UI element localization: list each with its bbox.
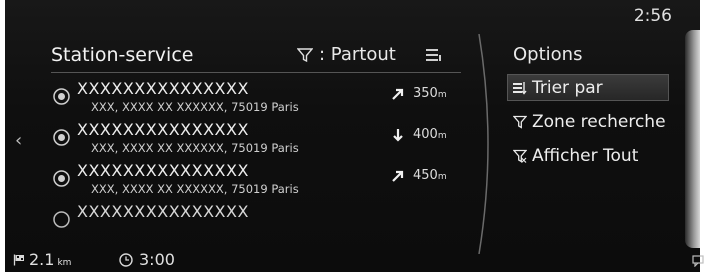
list-item[interactable]: XXXXXXXXXXXXXXX XXX, XXXX XX XXXXXX, 750…	[51, 160, 463, 201]
arrow-down-icon	[393, 129, 403, 142]
list-item[interactable]: XXXXXXXXXXXXXXX	[51, 201, 463, 242]
list-menu-icon[interactable]	[425, 47, 443, 63]
option-sort-by[interactable]: Trier par	[507, 74, 669, 101]
remaining-time: 3:00	[139, 250, 175, 269]
arrow-up-right-icon	[392, 88, 404, 100]
filter-clear-icon	[513, 149, 527, 163]
options-panel: Options Trier par Zone recherche Affiche…	[507, 44, 669, 166]
remaining-distance: 2.1 km	[29, 250, 71, 269]
result-name: XXXXXXXXXXXXXXX	[77, 79, 249, 98]
list-item[interactable]: XXXXXXXXXXXXXXX XXX, XXXX XX XXXXXX, 750…	[51, 78, 463, 119]
option-label: Afficher Tout	[532, 145, 639, 166]
distance-unit: m	[437, 172, 447, 182]
clock: 2:56	[633, 6, 672, 26]
fuel-station-icon	[53, 88, 70, 105]
result-address: XXX, XXXX XX XXXXXX, 75019 Paris	[91, 141, 299, 155]
filter-indicator[interactable]: : Partout	[297, 44, 396, 65]
option-label: Trier par	[532, 77, 603, 98]
destination-flag-icon	[13, 254, 24, 266]
message-icon[interactable]	[692, 255, 704, 267]
distance-unit: m	[437, 131, 447, 141]
chevron-left-icon[interactable]: ‹	[15, 130, 22, 151]
filter-icon	[513, 115, 527, 129]
options-title: Options	[513, 44, 583, 65]
list-item[interactable]: XXXXXXXXXXXXXXX XXX, XXXX XX XXXXXX, 750…	[51, 119, 463, 160]
result-name: XXXXXXXXXXXXXXX	[77, 202, 249, 221]
filter-icon	[297, 47, 313, 62]
clock-icon	[119, 253, 133, 267]
navigation-screen: 2:56 ‹ Station-service : Partout XXXXXXX…	[5, 0, 704, 272]
result-address: XXX, XXXX XX XXXXXX, 75019 Paris	[91, 100, 299, 114]
distance-value: 400	[413, 127, 438, 142]
remaining-distance-unit: km	[57, 258, 72, 268]
result-distance: 400m	[413, 127, 447, 142]
option-search-zone[interactable]: Zone recherche	[507, 108, 669, 135]
distance-value: 350	[413, 86, 438, 101]
result-name: XXXXXXXXXXXXXXX	[77, 161, 249, 180]
result-distance: 450m	[413, 168, 447, 183]
header-divider	[51, 72, 461, 73]
distance-value: 450	[413, 168, 438, 183]
frame-edge-right	[700, 0, 705, 272]
page-title: Station-service	[51, 44, 194, 66]
map-edge	[685, 30, 700, 248]
panel-divider	[478, 34, 489, 254]
sort-icon	[513, 81, 527, 95]
remaining-distance-value: 2.1	[29, 250, 55, 269]
fuel-station-icon	[53, 211, 70, 228]
results-list: XXXXXXXXXXXXXXX XXX, XXXX XX XXXXXX, 750…	[51, 78, 463, 242]
filter-label: : Partout	[319, 44, 396, 65]
distance-unit: m	[437, 90, 447, 100]
option-label: Zone recherche	[532, 111, 666, 132]
trip-status-bar: 2.1 km 3:00	[10, 250, 480, 272]
fuel-station-icon	[53, 129, 70, 146]
result-address: XXX, XXXX XX XXXXXX, 75019 Paris	[91, 182, 299, 196]
option-show-all[interactable]: Afficher Tout	[507, 142, 669, 169]
arrow-up-right-icon	[392, 170, 404, 182]
fuel-station-icon	[53, 170, 70, 187]
result-distance: 350m	[413, 86, 447, 101]
result-name: XXXXXXXXXXXXXXX	[77, 120, 249, 139]
